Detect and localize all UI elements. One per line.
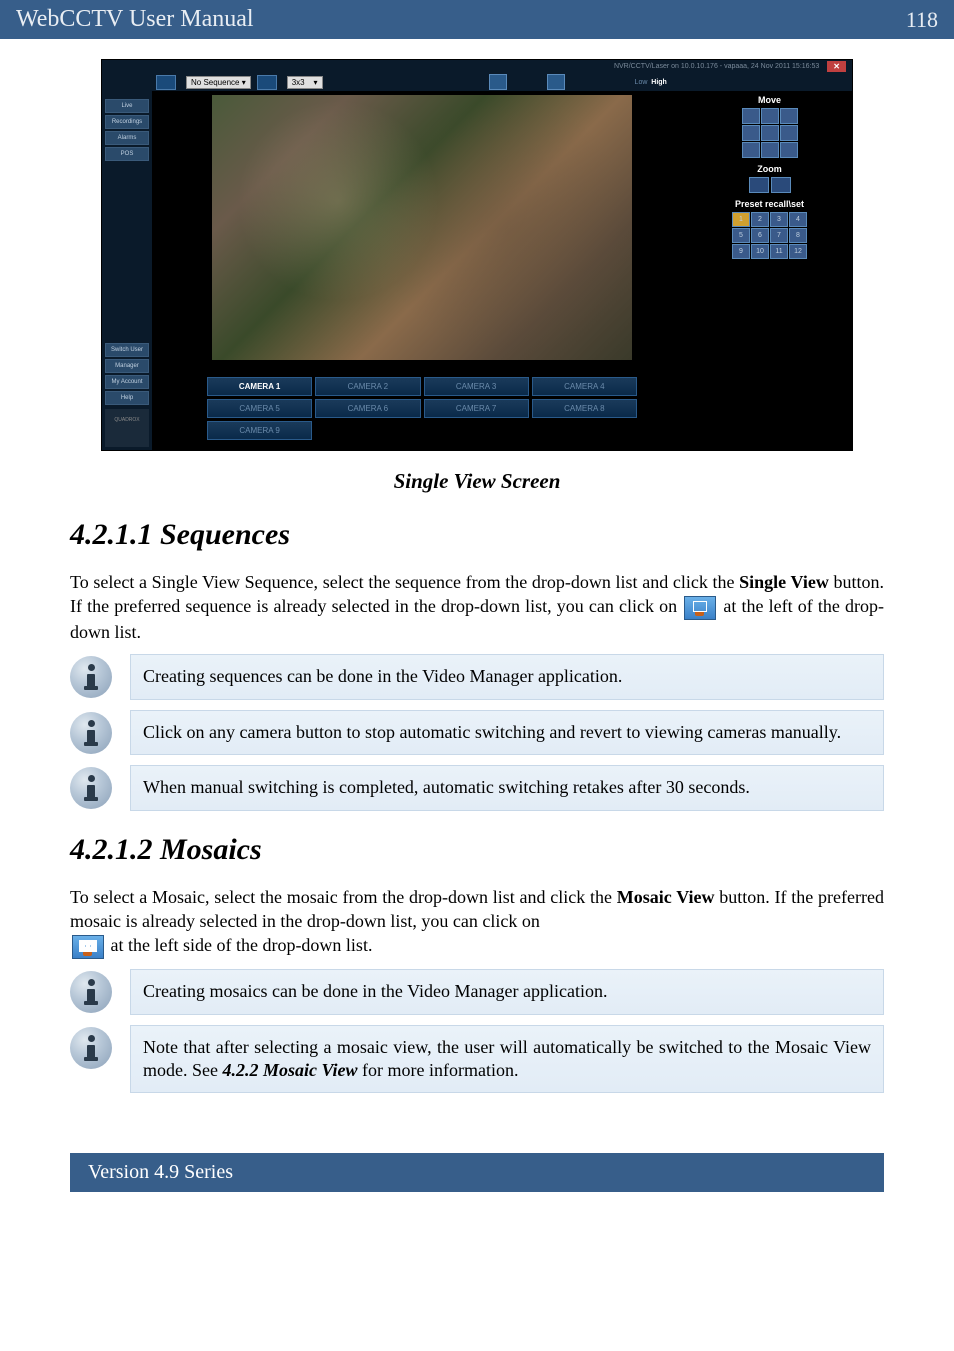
center-controls: Low High (489, 74, 667, 90)
info-note-2: Click on any camera button to stop autom… (70, 710, 884, 755)
info-icon (70, 971, 112, 1013)
single-view-icon[interactable] (156, 75, 176, 90)
ptz-down-right[interactable] (780, 142, 798, 158)
section-sequences-heading: 4.2.1.1 Sequences (70, 518, 884, 552)
note-text: Creating mosaics can be done in the Vide… (130, 969, 884, 1014)
mosaics-paragraph: To select a Mosaic, select the mosaic fr… (70, 885, 884, 959)
window-titlebar: NVR/CCTV/Laser on 10.0.10.176 - vapaaa, … (102, 60, 852, 73)
section-mosaics-heading: 4.2.1.2 Mosaics (70, 833, 884, 867)
preset-6[interactable]: 6 (751, 228, 769, 243)
preset-9[interactable]: 9 (732, 244, 750, 259)
single-view-inline-icon (684, 596, 716, 620)
mosaic-view-inline-icon (72, 935, 104, 959)
note-text: Creating sequences can be done in the Vi… (130, 654, 884, 699)
snapshot-icon[interactable] (489, 74, 507, 90)
sequence-dropdown[interactable]: No Sequence ▾ (186, 76, 251, 89)
toolbar: No Sequence ▾ 3x3 ▾ Low High (152, 73, 852, 91)
ptz-down[interactable] (761, 142, 779, 158)
nav-pos[interactable]: POS (105, 147, 149, 161)
preset-grid: 1 2 3 4 5 6 7 8 9 10 11 12 (697, 212, 842, 259)
figure-caption: Single View Screen (70, 469, 884, 494)
page-footer: Version 4.9 Series (70, 1153, 884, 1192)
nav-alarms[interactable]: Alarms (105, 131, 149, 145)
info-icon (70, 656, 112, 698)
camera-1-button[interactable]: CAMERA 1 (207, 377, 312, 396)
manual-title: WebCCTV User Manual (16, 6, 254, 33)
info-note-4: Creating mosaics can be done in the Vide… (70, 969, 884, 1014)
preset-4[interactable]: 4 (789, 212, 807, 227)
camera-4-button[interactable]: CAMERA 4 (532, 377, 637, 396)
note-text: Note that after selecting a mosaic view,… (130, 1025, 884, 1094)
zoom-label: Zoom (697, 164, 842, 174)
camera-7-button[interactable]: CAMERA 7 (424, 399, 529, 418)
ptz-panel: Move Zoom Preset recall\set 1 2 3 4 (697, 95, 842, 259)
brand-logo: QUADROX (105, 409, 149, 447)
info-icon (70, 767, 112, 809)
camera-2-button[interactable]: CAMERA 2 (315, 377, 420, 396)
preset-7[interactable]: 7 (770, 228, 788, 243)
camera-8-button[interactable]: CAMERA 8 (532, 399, 637, 418)
nav-live[interactable]: Live (105, 99, 149, 113)
fullscreen-icon[interactable] (547, 74, 565, 90)
zoom-controls (697, 177, 842, 193)
nav-help[interactable]: Help (105, 391, 149, 405)
camera-9-button[interactable]: CAMERA 9 (207, 421, 312, 440)
sequences-paragraph: To select a Single View Sequence, select… (70, 570, 884, 644)
preset-12[interactable]: 12 (789, 244, 807, 259)
page-header: WebCCTV User Manual 118 (0, 0, 954, 39)
page-content: NVR/CCTV/Laser on 10.0.10.176 - vapaaa, … (0, 39, 954, 1133)
screenshot-figure: NVR/CCTV/Laser on 10.0.10.176 - vapaaa, … (70, 59, 884, 451)
info-note-1: Creating sequences can be done in the Vi… (70, 654, 884, 699)
info-note-5: Note that after selecting a mosaic view,… (70, 1025, 884, 1094)
info-icon (70, 712, 112, 754)
zoom-in[interactable] (771, 177, 791, 193)
camera-3-button[interactable]: CAMERA 3 (424, 377, 529, 396)
preset-11[interactable]: 11 (770, 244, 788, 259)
zoom-out[interactable] (749, 177, 769, 193)
version-label: Version 4.9 Series (88, 1161, 233, 1183)
preset-8[interactable]: 8 (789, 228, 807, 243)
mosaic-dropdown[interactable]: 3x3 ▾ (287, 76, 323, 89)
video-area (157, 95, 687, 390)
mosaic-view-icon[interactable] (257, 75, 277, 90)
camera-5-button[interactable]: CAMERA 5 (207, 399, 312, 418)
ptz-down-left[interactable] (742, 142, 760, 158)
info-note-3: When manual switching is completed, auto… (70, 765, 884, 810)
page-number: 118 (906, 7, 938, 33)
camera-6-button[interactable]: CAMERA 6 (315, 399, 420, 418)
info-icon (70, 1027, 112, 1069)
preset-1[interactable]: 1 (732, 212, 750, 227)
ptz-up-left[interactable] (742, 108, 760, 124)
preset-5[interactable]: 5 (732, 228, 750, 243)
preset-10[interactable]: 10 (751, 244, 769, 259)
move-label: Move (697, 95, 842, 105)
camera-button-grid: CAMERA 1 CAMERA 2 CAMERA 3 CAMERA 4 CAME… (157, 377, 687, 440)
ptz-left[interactable] (742, 125, 760, 141)
camera-feed[interactable] (212, 95, 632, 360)
preset-2[interactable]: 2 (751, 212, 769, 227)
ptz-up-right[interactable] (780, 108, 798, 124)
titlebar-text: NVR/CCTV/Laser on 10.0.10.176 - vapaaa, … (614, 63, 819, 70)
ptz-up[interactable] (761, 108, 779, 124)
ptz-home[interactable] (761, 125, 779, 141)
nav-my-account[interactable]: My Account (105, 375, 149, 389)
preset-3[interactable]: 3 (770, 212, 788, 227)
ptz-move-grid (697, 108, 842, 158)
app-sidebar: Live Recordings Alarms POS Switch User M… (102, 73, 152, 450)
nav-recordings[interactable]: Recordings (105, 115, 149, 129)
ptz-right[interactable] (780, 125, 798, 141)
nav-switch-user[interactable]: Switch User (105, 343, 149, 357)
preset-label: Preset recall\set (697, 199, 842, 209)
speed-label: Low High (635, 79, 667, 86)
note-text: Click on any camera button to stop autom… (130, 710, 884, 755)
nav-manager[interactable]: Manager (105, 359, 149, 373)
note-text: When manual switching is completed, auto… (130, 765, 884, 810)
close-icon[interactable]: ✕ (827, 61, 846, 72)
app-screenshot: NVR/CCTV/Laser on 10.0.10.176 - vapaaa, … (101, 59, 853, 451)
